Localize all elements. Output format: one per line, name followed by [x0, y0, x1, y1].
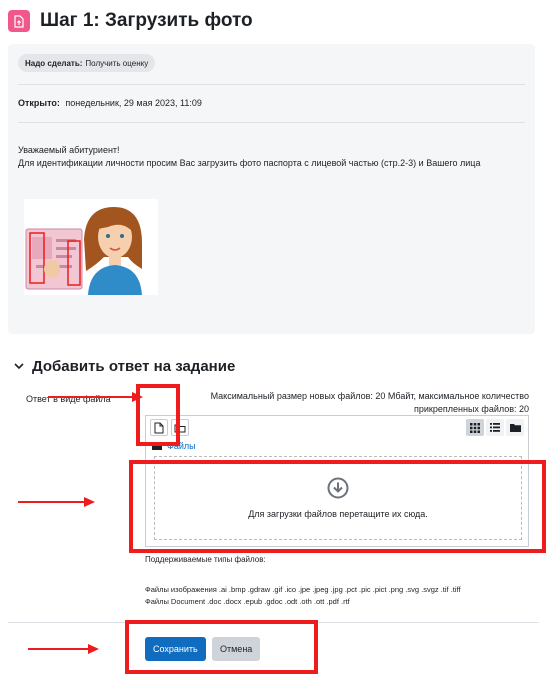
- list-view-icon: [490, 423, 500, 432]
- add-file-button[interactable]: [150, 419, 168, 436]
- save-button[interactable]: Сохранить: [145, 637, 206, 661]
- cancel-button[interactable]: Отмена: [212, 637, 261, 661]
- divider: [18, 84, 525, 85]
- grid-view-icon: [470, 422, 480, 433]
- download-arrow-icon: [327, 477, 349, 499]
- todo-label: Надо сделать:: [25, 58, 83, 68]
- supported-types-label: Поддерживаемые типы файлов:: [145, 555, 266, 564]
- instruction-text: Для идентификации личности просим Вас за…: [18, 158, 481, 168]
- file-field-label: Ответ в виде файла: [26, 394, 111, 404]
- file-drop-zone[interactable]: Для загрузки файлов перетащите их сюда.: [154, 456, 522, 540]
- folder-icon: [152, 442, 162, 450]
- view-switcher: [466, 419, 524, 436]
- file-picker-toolbar: [150, 419, 189, 436]
- opened-label: Открыто:: [18, 98, 60, 108]
- section-title: Добавить ответ на задание: [32, 358, 236, 375]
- list-view-button[interactable]: [486, 419, 504, 436]
- create-folder-icon: [174, 424, 186, 432]
- tree-view-icon: [509, 424, 521, 432]
- chevron-down-icon[interactable]: [14, 361, 28, 373]
- add-file-icon: [154, 422, 164, 433]
- todo-value: Получить оценку: [85, 58, 149, 68]
- drop-zone-text: Для загрузки файлов перетащите их сюда.: [248, 509, 428, 519]
- opened-value: понедельник, 29 мая 2023, 11:09: [65, 98, 202, 108]
- assignment-description: Уважаемый абитуриент! Для идентификации …: [18, 144, 518, 170]
- image-types-text: Файлы изображения .ai .bmp .gdraw .gif .…: [145, 585, 461, 594]
- files-root-link[interactable]: Файлы: [167, 441, 196, 451]
- page-header: Шаг 1: Загрузить фото: [8, 6, 253, 36]
- annotation-arrow-icon: [28, 644, 99, 654]
- assignment-upload-icon: [8, 10, 30, 32]
- section-header[interactable]: Добавить ответ на задание: [14, 358, 235, 375]
- opened-date: Открыто: понедельник, 29 мая 2023, 11:09: [18, 98, 202, 108]
- file-picker: Файлы Для загрузки файлов перетащите их …: [145, 415, 529, 547]
- annotation-arrow-icon: [18, 497, 95, 507]
- grid-view-button[interactable]: [466, 419, 484, 436]
- file-path-breadcrumb: Файлы: [152, 441, 196, 451]
- create-folder-button[interactable]: [171, 419, 189, 436]
- greeting-text: Уважаемый абитуриент!: [18, 145, 120, 155]
- todo-badge: Надо сделать: Получить оценку: [18, 54, 156, 72]
- document-types-text: Файлы Document .doc .docx .epub .gdoc .o…: [145, 597, 350, 606]
- tree-view-button[interactable]: [506, 419, 524, 436]
- divider: [18, 122, 525, 123]
- supported-types-list: Файлы изображения .ai .bmp .gdraw .gif .…: [145, 584, 461, 608]
- passport-holder-illustration: [24, 199, 158, 295]
- divider: [8, 622, 539, 623]
- assignment-info-box: Надо сделать: Получить оценку Открыто: п…: [8, 44, 535, 334]
- page-title: Шаг 1: Загрузить фото: [40, 10, 253, 31]
- file-limits-text: Максимальный размер новых файлов: 20 Мба…: [210, 391, 529, 414]
